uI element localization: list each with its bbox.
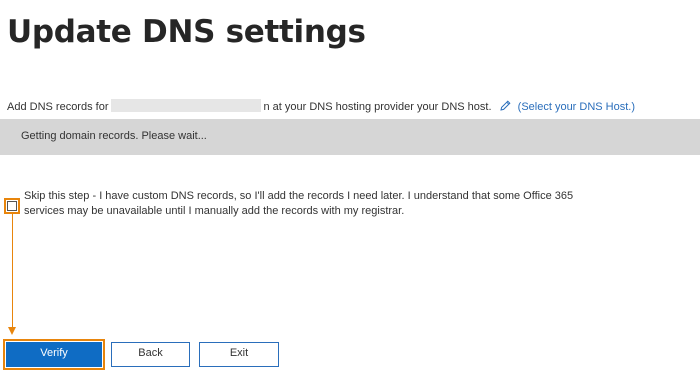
skip-step-label: Skip this step - I have custom DNS recor… bbox=[24, 190, 574, 217]
status-message: Getting domain records. Please wait... bbox=[21, 130, 207, 142]
checkbox-box bbox=[7, 201, 17, 211]
page-title: Update DNS settings bbox=[7, 14, 366, 50]
intro-prefix: Add DNS records for bbox=[7, 101, 109, 113]
status-bar: Getting domain records. Please wait... bbox=[0, 119, 700, 155]
redacted-domain bbox=[111, 99, 262, 112]
intro-suffix: n at your DNS hosting provider your DNS … bbox=[263, 101, 492, 113]
annotation-arrow-head bbox=[8, 327, 16, 335]
exit-button[interactable]: Exit bbox=[199, 342, 279, 367]
intro-text: Add DNS records for n at your DNS hosting… bbox=[7, 99, 635, 115]
select-dns-host-link[interactable]: (Select your DNS Host.) bbox=[518, 101, 635, 113]
annotation-arrow-line bbox=[12, 214, 13, 327]
skip-step-checkbox[interactable] bbox=[4, 198, 20, 214]
back-button[interactable]: Back bbox=[111, 342, 190, 367]
verify-button[interactable]: Verify bbox=[6, 342, 102, 367]
pencil-icon[interactable] bbox=[499, 99, 512, 112]
